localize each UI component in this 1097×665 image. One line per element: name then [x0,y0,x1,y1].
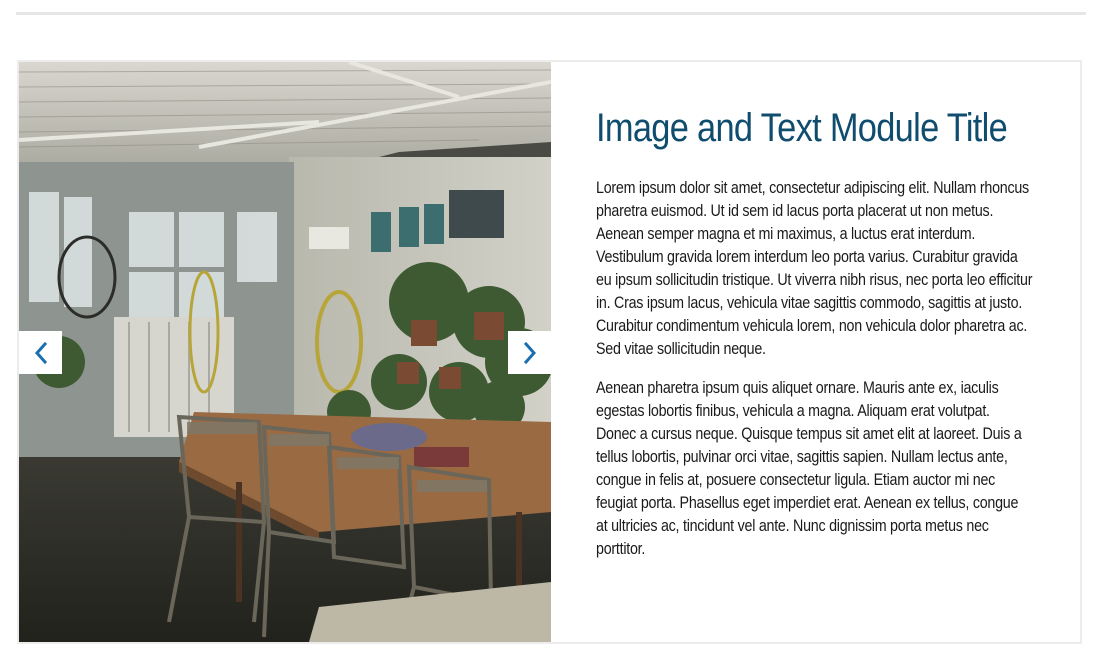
image-carousel [19,62,551,642]
greenhouse-photo [19,62,551,642]
module-paragraph: Aenean pharetra ipsum quis aliquet ornar… [596,378,1022,558]
module-paragraph: Lorem ipsum dolor sit amet, consectetur … [596,178,1033,358]
chevron-right-icon [523,341,536,364]
image-text-module: Image and Text Module Title Lorem ipsum … [17,60,1082,644]
top-divider [16,12,1086,15]
chevron-left-icon [34,341,47,364]
carousel-prev-button[interactable] [19,331,62,374]
module-text-content: Image and Text Module Title Lorem ipsum … [551,62,1097,642]
carousel-next-button[interactable] [508,331,551,374]
module-title: Image and Text Module Title [596,106,1008,150]
